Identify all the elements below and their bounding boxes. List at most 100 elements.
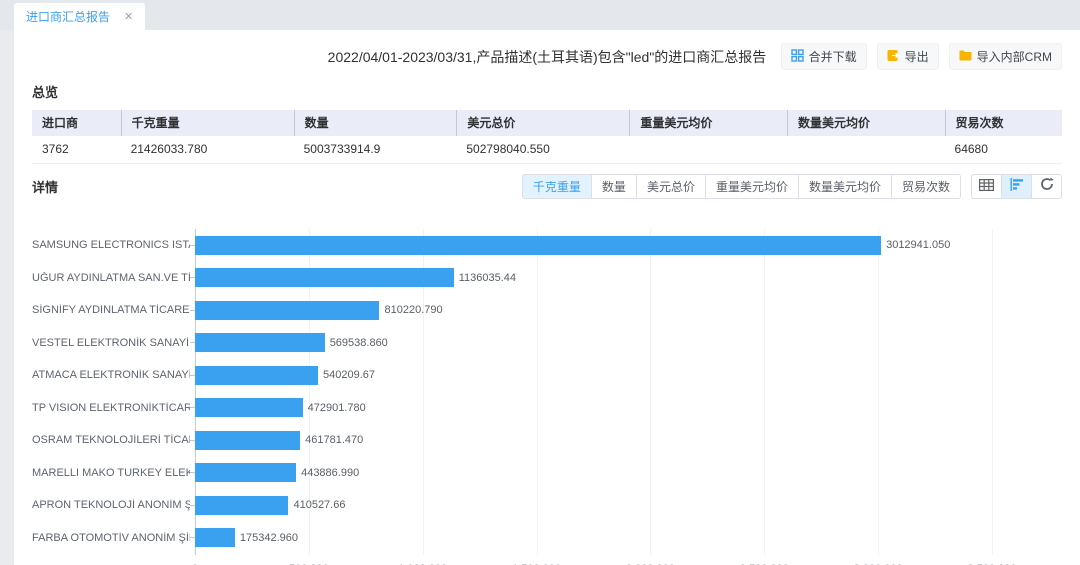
bar-track: 3012941.050 — [195, 236, 992, 255]
metric-tab-2[interactable]: 美元总价 — [636, 174, 706, 199]
category-label: APRON TEKNOLOJİ ANONİM ŞİRKETİ — [32, 499, 190, 511]
chart-controls: 千克重量数量美元总价重量美元均价数量美元均价贸易次数 — [522, 174, 1062, 199]
metric-tab-4[interactable]: 数量美元均价 — [798, 174, 892, 199]
bar-value-label: 472901.780 — [308, 402, 366, 414]
report-panel: 2022/04/01-2023/03/31,产品描述(土耳其语)包含"led"的… — [14, 30, 1080, 565]
header-actions: 合并下载 导出 导入内部CRM — [781, 43, 1062, 70]
detail-section-title: 详情 — [32, 177, 58, 196]
metric-tab-5[interactable]: 贸易次数 — [891, 174, 961, 199]
bar-track: 443886.990 — [195, 463, 992, 482]
bar-value-label: 3012941.050 — [886, 239, 950, 251]
overview-column-header: 进口商 — [32, 110, 121, 136]
overview-cell — [787, 136, 945, 163]
chart-row: SAMSUNG ELECTRONICS ISTANBUL P... 3012941… — [32, 229, 1062, 262]
export-icon — [887, 49, 900, 65]
chart-row: VESTEL ELEKTRONİK SANAYİ VE Tİ... 569538.… — [32, 327, 1062, 360]
overview-table: 进口商千克重量数量美元总价重量美元均价数量美元均价贸易次数 3762214260… — [32, 110, 1062, 164]
app-screen: 进口商汇总报告 ✕ 2022/04/01-2023/03/31,产品描述(土耳其… — [0, 0, 1080, 565]
overview-cell: 64680 — [945, 136, 1062, 163]
category-label: FARBA OTOMOTİV ANONİM ŞİRKETİ — [32, 532, 190, 544]
chart-rows: SAMSUNG ELECTRONICS ISTANBUL P... 3012941… — [32, 229, 1062, 554]
overview-data-row: 376221426033.7805003733914.9502798040.55… — [32, 136, 1062, 164]
chart-row: TP VISION ELEKTRONİKTİCARET AN... 472901.… — [32, 392, 1062, 425]
merge-download-icon — [791, 49, 804, 65]
overview-cell: 21426033.780 — [121, 136, 294, 163]
table-view-button[interactable] — [971, 174, 1002, 199]
bar[interactable] — [195, 301, 379, 320]
refresh-icon — [1040, 177, 1054, 196]
bar-value-label: 443886.990 — [301, 467, 359, 479]
chart-row: UĞUR AYDINLATMA SAN.VE TİC.LTD...1136035… — [32, 262, 1062, 295]
overview-section-title: 总览 — [32, 82, 1062, 101]
bar-value-label: 1136035.44 — [459, 272, 516, 284]
bar[interactable] — [195, 398, 303, 417]
chart-row: FARBA OTOMOTİV ANONİM ŞİRKETİ 175342.960 — [32, 522, 1062, 555]
bar-track: 540209.67 — [195, 366, 992, 385]
bar-track: 810220.790 — [195, 301, 992, 320]
bar[interactable] — [195, 366, 318, 385]
metric-tab-3[interactable]: 重量美元均价 — [705, 174, 799, 199]
tab-close-icon[interactable]: ✕ — [124, 10, 133, 23]
overview-column-header: 数量美元均价 — [787, 110, 945, 136]
bar-value-label: 569538.860 — [330, 337, 388, 349]
bar-track: 461781.470 — [195, 431, 992, 450]
bar[interactable] — [195, 236, 881, 255]
bar-value-label: 540209.67 — [323, 369, 375, 381]
category-label: TP VISION ELEKTRONİKTİCARET AN... — [32, 402, 190, 414]
detail-section-header: 详情 千克重量数量美元总价重量美元均价数量美元均价贸易次数 — [32, 174, 1062, 199]
metric-tabs: 千克重量数量美元总价重量美元均价数量美元均价贸易次数 — [522, 174, 961, 199]
chart-row: OSRAM TEKNOLOJİLERİ TİCARET AN... 461781.… — [32, 424, 1062, 457]
import-crm-icon — [959, 49, 972, 64]
bar-value-label: 461781.470 — [305, 434, 363, 446]
chart-row: MARELLI MAKO TURKEY ELEKTRİK S... 443886.… — [32, 457, 1062, 490]
overview-cell — [629, 136, 787, 163]
bar-track: 1136035.44 — [195, 268, 992, 287]
tab-bar: 进口商汇总报告 ✕ — [0, 0, 1080, 30]
import-crm-label: 导入内部CRM — [977, 48, 1052, 65]
bar-track: 410527.66 — [195, 496, 992, 515]
bar-track: 175342.960 — [195, 528, 992, 547]
overview-cell: 3762 — [32, 136, 121, 163]
overview-cell: 502798040.550 — [456, 136, 629, 163]
metric-tab-1[interactable]: 数量 — [591, 174, 637, 199]
chart-row: ATMACA ELEKTRONİK SANAYİ VE Tİ... 540209.… — [32, 359, 1062, 392]
bar-track: 472901.780 — [195, 398, 992, 417]
bar-value-label: 175342.960 — [240, 532, 298, 544]
chart-row: APRON TEKNOLOJİ ANONİM ŞİRKETİ 410527.66 — [32, 489, 1062, 522]
import-crm-button[interactable]: 导入内部CRM — [949, 43, 1062, 70]
x-axis: 0500,0001,000,0001,500,0002,000,0002,500… — [195, 557, 992, 565]
export-button[interactable]: 导出 — [877, 43, 939, 70]
importer-bar-chart: SAMSUNG ELECTRONICS ISTANBUL P... 3012941… — [32, 215, 1062, 565]
metric-tab-0[interactable]: 千克重量 — [522, 174, 592, 199]
overview-column-header: 数量 — [294, 110, 457, 136]
table-view-icon — [979, 178, 994, 196]
bar[interactable] — [195, 496, 288, 515]
bar[interactable] — [195, 463, 296, 482]
bar-chart-view-icon — [1010, 178, 1024, 196]
category-label: VESTEL ELEKTRONİK SANAYİ VE Tİ... — [32, 337, 190, 349]
category-label: OSRAM TEKNOLOJİLERİ TİCARET AN... — [32, 434, 190, 446]
bar[interactable] — [195, 333, 325, 352]
overview-column-header: 千克重量 — [121, 110, 294, 136]
overview-column-header: 美元总价 — [456, 110, 629, 136]
merge-download-label: 合并下载 — [809, 48, 857, 65]
category-label: ATMACA ELEKTRONİK SANAYİ VE Tİ... — [32, 369, 190, 381]
overview-cell: 5003733914.9 — [294, 136, 457, 163]
bar[interactable] — [195, 528, 235, 547]
bar-track: 569538.860 — [195, 333, 992, 352]
overview-column-header: 贸易次数 — [945, 110, 1062, 136]
export-label: 导出 — [905, 48, 929, 65]
bar-chart-view-button[interactable] — [1001, 174, 1032, 199]
refresh-button[interactable] — [1031, 174, 1062, 199]
merge-download-button[interactable]: 合并下载 — [781, 43, 867, 70]
overview-column-header: 重量美元均价 — [629, 110, 787, 136]
category-label: MARELLI MAKO TURKEY ELEKTRİK S... — [32, 467, 190, 479]
category-label: SİGNİFY AYDINLATMA TİCARET ANO... — [32, 304, 190, 316]
tab-importer-summary-report[interactable]: 进口商汇总报告 ✕ — [14, 3, 145, 30]
category-label: SAMSUNG ELECTRONICS ISTANBUL P... — [32, 239, 190, 251]
chart-row: SİGNİFY AYDINLATMA TİCARET ANO... 810220.… — [32, 294, 1062, 327]
bar[interactable] — [195, 431, 300, 450]
view-switcher — [971, 174, 1062, 199]
overview-header-row: 进口商千克重量数量美元总价重量美元均价数量美元均价贸易次数 — [32, 110, 1062, 136]
bar[interactable] — [195, 268, 454, 287]
